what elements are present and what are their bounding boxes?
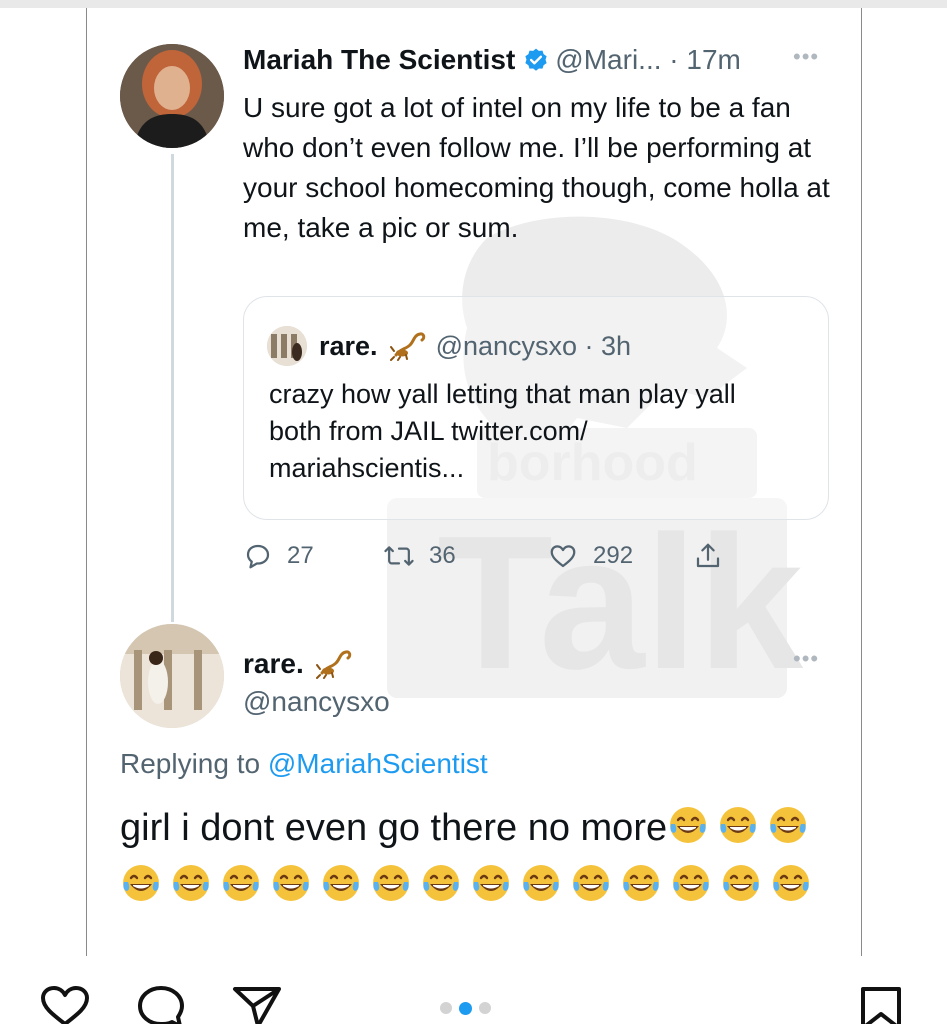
- reply-author-name-row: rare.: [243, 644, 362, 684]
- laughing-tears-emoji-icon: [120, 862, 162, 918]
- more-options-icon[interactable]: •••: [793, 44, 819, 70]
- laughing-tears-emoji-icon: [770, 862, 812, 918]
- reply-count: 27: [287, 542, 314, 569]
- more-options-icon[interactable]: •••: [793, 646, 819, 672]
- replying-to-label: Replying to: [120, 748, 268, 779]
- carousel-dots: [440, 1001, 491, 1015]
- thread-line: [171, 154, 174, 622]
- scorpion-icon: [389, 332, 425, 361]
- tweet-screenshot: borhood Talk Mariah The Scientist @Mari.…: [86, 8, 862, 956]
- author-handle-time: @Mari... · 17m: [555, 44, 741, 75]
- mariah-avatar[interactable]: [120, 44, 224, 148]
- instagram-comment-icon[interactable]: [136, 986, 186, 1024]
- laughing-tears-emoji-icon: [520, 862, 562, 918]
- laughing-tears-emoji-icon: [170, 862, 212, 918]
- replying-to-line: Replying to @MariahScientist: [120, 744, 488, 784]
- laughing-tears-emoji-icon: [320, 862, 362, 918]
- reply-author-name[interactable]: rare.: [243, 648, 304, 680]
- tweet-header: Mariah The Scientist @Mari... · 17m: [243, 40, 741, 80]
- laughing-tears-emoji-icon: [620, 862, 662, 918]
- scorpion-icon: [315, 650, 351, 679]
- replying-to-mention[interactable]: @MariahScientist: [268, 748, 488, 779]
- carousel-dot-active[interactable]: [459, 1001, 472, 1015]
- reply-text-body: girl i dont even go there no more: [120, 802, 840, 918]
- laughing-tears-emoji-icon: [220, 862, 262, 918]
- laughing-tears-emoji-icon: [470, 862, 512, 918]
- author-name[interactable]: Mariah The Scientist: [243, 44, 515, 76]
- like-button[interactable]: 292: [547, 536, 633, 576]
- quoted-tweet-header: rare. @nancysxo · 3h: [319, 326, 631, 366]
- share-icon: [696, 543, 720, 568]
- tweet-actions: 27 36 292: [243, 536, 843, 576]
- quoted-author-avatar: [267, 326, 307, 366]
- carousel-dot[interactable]: [479, 1002, 491, 1014]
- share-button[interactable]: [693, 536, 737, 576]
- verified-badge-icon: [525, 48, 547, 71]
- laughing-tears-emoji-icon: [370, 862, 412, 918]
- reply-icon: [246, 544, 270, 569]
- reply-text: girl i dont even go there no more: [120, 807, 668, 849]
- svg-text:Talk: Talk: [437, 497, 803, 709]
- laughing-tears-emoji-icon: [717, 804, 759, 860]
- retweet-icon: [384, 546, 414, 566]
- laughing-tears-emoji-icon: [720, 862, 762, 918]
- retweet-count: 36: [429, 542, 456, 569]
- laughing-tears-emoji-icon: [270, 862, 312, 918]
- instagram-like-icon[interactable]: [40, 986, 90, 1024]
- heart-icon: [550, 545, 576, 568]
- laughing-tears-emoji-icon: [767, 804, 809, 860]
- tweet-text: U sure got a lot of intel on my life to …: [243, 92, 830, 243]
- top-strip: [0, 0, 947, 8]
- carousel-dot[interactable]: [440, 1002, 452, 1014]
- reply-author-handle: @nancysxo: [243, 686, 390, 717]
- laughing-tears-emoji-icon: [667, 804, 709, 860]
- instagram-save-icon[interactable]: [856, 986, 906, 1024]
- reply-button[interactable]: 27: [243, 536, 314, 576]
- laughing-tears-emoji-icon: [670, 862, 712, 918]
- reply-author-avatar[interactable]: [120, 624, 224, 728]
- laughing-tears-emoji-icon: [420, 862, 462, 918]
- instagram-action-bar: [0, 956, 947, 1024]
- instagram-share-icon[interactable]: [232, 986, 282, 1024]
- laughing-tears-emoji-icon: [570, 862, 612, 918]
- retweet-button[interactable]: 36: [383, 536, 456, 576]
- quoted-handle-time: @nancysxo · 3h: [435, 330, 632, 361]
- quoted-tweet-text: crazy how yall letting that man play yal…: [269, 379, 736, 483]
- quoted-author-name: rare.: [319, 330, 378, 361]
- like-count: 292: [593, 542, 634, 569]
